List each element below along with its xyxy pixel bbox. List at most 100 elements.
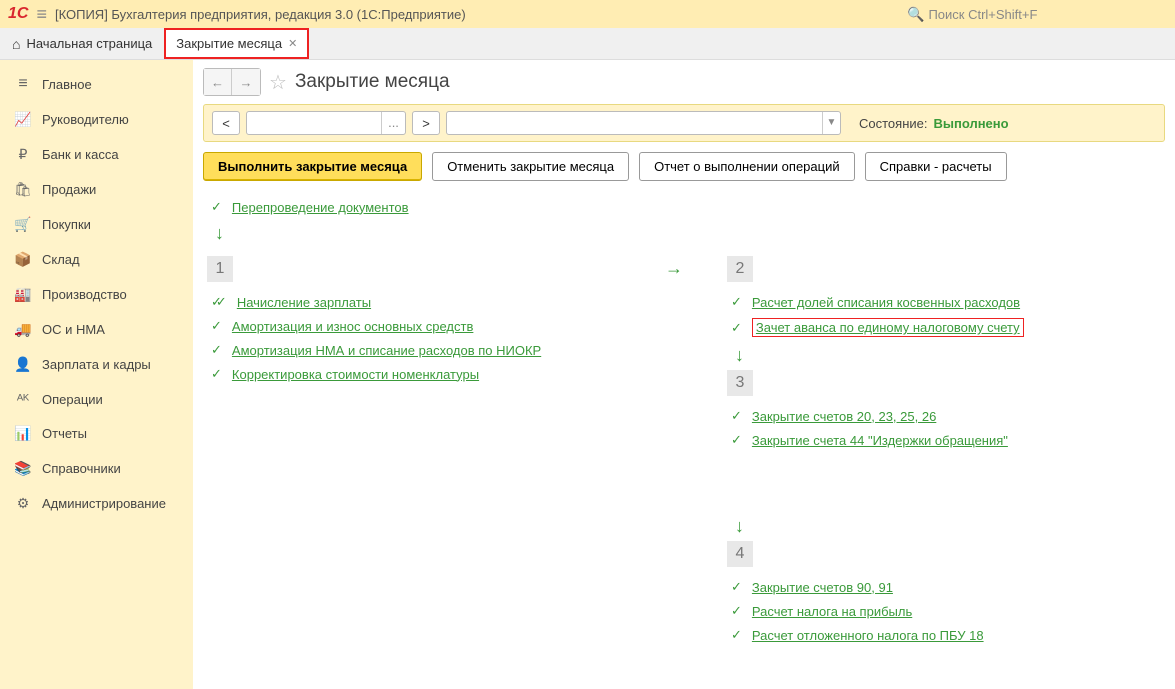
references-button[interactable]: Справки - расчеты bbox=[865, 152, 1007, 181]
chevron-down-icon[interactable]: ▼ bbox=[822, 112, 840, 134]
op-link[interactable]: Корректировка стоимости номенклатуры bbox=[232, 367, 479, 382]
execute-close-button[interactable]: Выполнить закрытие месяца bbox=[203, 152, 422, 181]
action-row: Выполнить закрытие месяца Отменить закры… bbox=[203, 152, 1165, 181]
check-icon: ✓ bbox=[731, 320, 742, 336]
tab-home-label: Начальная страница bbox=[26, 36, 152, 51]
home-icon: ⌂ bbox=[12, 36, 20, 52]
sidebar-label: Банк и касса bbox=[42, 147, 119, 162]
sidebar-label: ОС и НМА bbox=[42, 322, 105, 337]
check-icon: ✓ bbox=[211, 366, 222, 382]
sidebar-item-main[interactable]: ≡ Главное bbox=[0, 66, 193, 102]
nav-back-button[interactable]: ← bbox=[204, 69, 232, 95]
arrow-down-icon: ↓ bbox=[735, 516, 1165, 537]
factory-icon: 🏭 bbox=[14, 286, 32, 303]
cancel-close-button[interactable]: Отменить закрытие месяца bbox=[432, 152, 629, 181]
sidebar-item-sales[interactable]: 🛍Продажи bbox=[0, 172, 193, 207]
op-link[interactable]: Перепроведение документов bbox=[232, 200, 409, 215]
sidebar-item-reports[interactable]: 📊Отчеты bbox=[0, 416, 193, 451]
sidebar-item-bank[interactable]: ₽ Банк и касса bbox=[0, 137, 193, 172]
check-icon: ✓ bbox=[731, 627, 742, 643]
op-cost-correction: ✓ Корректировка стоимости номенклатуры bbox=[203, 362, 645, 386]
sidebar-label: Склад bbox=[42, 252, 80, 267]
nav-forward-button[interactable]: → bbox=[232, 69, 260, 95]
check-icon: ✓ bbox=[731, 408, 742, 424]
books-icon: 📚 bbox=[14, 460, 32, 477]
close-icon[interactable]: ✕ bbox=[288, 37, 297, 50]
ellipsis-icon[interactable]: ... bbox=[381, 112, 405, 134]
op-link[interactable]: Расчет долей списания косвенных расходов bbox=[752, 295, 1020, 310]
check-icon: ✓ bbox=[211, 342, 222, 358]
op-link[interactable]: Закрытие счетов 20, 23, 25, 26 bbox=[752, 409, 936, 424]
box-icon: 📦 bbox=[14, 251, 32, 268]
person-icon: 👤 bbox=[14, 356, 32, 373]
sidebar-item-assets[interactable]: 🚚ОС и НМА bbox=[0, 312, 193, 347]
sidebar-item-catalogs[interactable]: 📚 Справочники bbox=[0, 451, 193, 486]
check-icon: ✓ bbox=[731, 294, 742, 310]
column-right: 2 ✓ Расчет долей списания косвенных расхо… bbox=[723, 252, 1165, 647]
sidebar-label: Главное bbox=[42, 77, 92, 92]
ruble-icon: ₽ bbox=[14, 146, 32, 163]
op-profit-tax: ✓ Расчет налога на прибыль bbox=[723, 599, 1165, 623]
window-title: [КОПИЯ] Бухгалтерия предприятия, редакци… bbox=[55, 7, 899, 22]
bag-icon: 🛍 bbox=[14, 181, 32, 198]
organization-select[interactable]: ▼ bbox=[446, 111, 841, 135]
op-indirect-costs: ✓ Расчет долей списания косвенных расходо… bbox=[723, 290, 1165, 314]
period-toolbar: < ... > ▼ Состояние: Выполнено bbox=[203, 104, 1165, 142]
check-icon: ✓ bbox=[731, 603, 742, 619]
sidebar-label: Производство bbox=[42, 287, 127, 302]
double-check-icon: ✓ bbox=[211, 294, 227, 310]
arrow-down-icon: ↓ bbox=[735, 345, 1165, 366]
sidebar-label: Отчеты bbox=[42, 426, 87, 441]
column-left: 1 ✓Начисление зарплаты ✓Амортизация и из… bbox=[203, 252, 645, 647]
check-icon: ✓ bbox=[731, 432, 742, 448]
sidebar-item-manager[interactable]: 📈 Руководителю bbox=[0, 102, 193, 137]
op-link[interactable]: Амортизация и износ основных средств bbox=[232, 319, 473, 334]
op-link[interactable]: Амортизация НМА и списание расходов по Н… bbox=[232, 343, 541, 358]
favorite-star-icon[interactable]: ☆ bbox=[269, 70, 287, 95]
period-next-button[interactable]: > bbox=[412, 111, 440, 135]
op-link[interactable]: Расчет отложенного налога по ПБУ 18 bbox=[752, 628, 984, 643]
sidebar-item-operations[interactable]: ᴬᴷ Операции bbox=[0, 382, 193, 416]
op-close-90: ✓Закрытие счетов 90, 91 bbox=[723, 575, 1165, 599]
sidebar-item-purchases[interactable]: 🛒Покупки bbox=[0, 207, 193, 242]
global-search[interactable]: 🔍 Поиск Ctrl+Shift+F bbox=[907, 6, 1167, 23]
op-repost-docs: ✓ Перепроведение документов bbox=[203, 195, 1165, 219]
chart-icon: 📈 bbox=[14, 111, 32, 128]
sidebar-label: Операции bbox=[42, 392, 103, 407]
state-value: Выполнено bbox=[933, 116, 1008, 131]
tab-month-close-label: Закрытие месяца bbox=[176, 36, 282, 51]
sidebar-item-production[interactable]: 🏭 Производство bbox=[0, 277, 193, 312]
stage-4-badge: 4 bbox=[727, 541, 753, 567]
op-link[interactable]: Начисление зарплаты bbox=[237, 295, 371, 310]
tab-month-close[interactable]: Закрытие месяца ✕ bbox=[164, 28, 309, 59]
op-nma: ✓ Амортизация НМА и списание расходов по … bbox=[203, 338, 645, 362]
sidebar-item-salary[interactable]: 👤Зарплата и кадры bbox=[0, 347, 193, 382]
ops-icon: ᴬᴷ bbox=[14, 391, 32, 407]
stage-2-badge: 2 bbox=[727, 256, 753, 282]
op-link[interactable]: Закрытие счетов 90, 91 bbox=[752, 580, 893, 595]
hamburger-icon: ≡ bbox=[14, 75, 32, 93]
op-close-20: ✓ Закрытие счетов 20, 23, 25, 26 bbox=[723, 404, 1165, 428]
check-icon: ✓ bbox=[211, 318, 222, 334]
check-icon: ✓ bbox=[211, 199, 222, 215]
app-logo: 1C bbox=[8, 5, 28, 23]
sidebar-label: Справочники bbox=[42, 461, 121, 476]
nav-history: ← → bbox=[203, 68, 261, 96]
period-prev-button[interactable]: < bbox=[212, 111, 240, 135]
sidebar-label: Покупки bbox=[42, 217, 91, 232]
op-link[interactable]: Расчет налога на прибыль bbox=[752, 604, 912, 619]
state-label: Состояние: bbox=[859, 116, 927, 131]
gear-icon: ⚙ bbox=[14, 495, 32, 512]
tab-home[interactable]: ⌂ Начальная страница bbox=[0, 28, 164, 59]
op-advance-offset: ✓ Зачет аванса по единому налоговому счет… bbox=[723, 314, 1165, 341]
sidebar-item-warehouse[interactable]: 📦 Склад bbox=[0, 242, 193, 277]
hamburger-icon[interactable]: ≡ bbox=[36, 4, 47, 25]
sidebar-item-admin[interactable]: ⚙Администрирование bbox=[0, 486, 193, 521]
operations-report-button[interactable]: Отчет о выполнении операций bbox=[639, 152, 855, 181]
tabbar: ⌂ Начальная страница Закрытие месяца ✕ bbox=[0, 28, 1175, 60]
period-input[interactable]: ... bbox=[246, 111, 406, 135]
sidebar-label: Руководителю bbox=[42, 112, 129, 127]
op-close-44: ✓ Закрытие счета 44 "Издержки обращения" bbox=[723, 428, 1165, 452]
op-link-highlighted[interactable]: Зачет аванса по единому налоговому счету bbox=[752, 318, 1024, 337]
op-link[interactable]: Закрытие счета 44 "Издержки обращения" bbox=[752, 433, 1008, 448]
